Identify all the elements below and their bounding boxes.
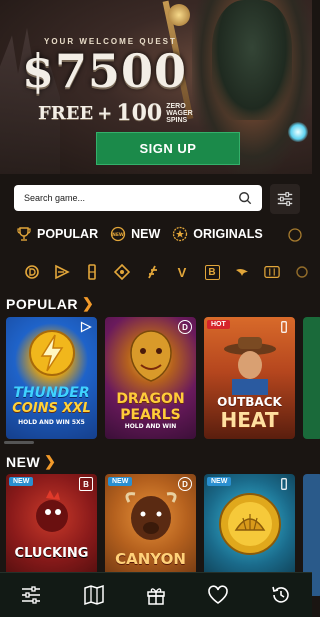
game-subtitle: HOLD AND WIN xyxy=(124,423,177,430)
game-title-line2: HEAT xyxy=(220,408,279,432)
history-icon xyxy=(271,586,289,603)
popular-games-row: THUNDER COINS XXL HOLD AND WIN 5X5 D DRA… xyxy=(6,317,320,439)
chevron-right-icon: ❯ xyxy=(81,295,95,311)
provider-arrows-icon[interactable] xyxy=(48,262,76,282)
provider-d-icon[interactable] xyxy=(18,262,46,282)
provider-f-icon[interactable] xyxy=(138,262,166,282)
wager-label: WAGER xyxy=(166,109,193,117)
spins-count: 100 xyxy=(116,100,163,126)
magic-orb-illustration xyxy=(288,122,308,142)
provider-reels-icon[interactable] xyxy=(258,262,286,282)
provider-slot-icon xyxy=(277,320,291,334)
game-title-line2: COINS XXL xyxy=(12,401,91,416)
provider-slot-icon[interactable] xyxy=(78,262,106,282)
sliders-icon xyxy=(277,192,293,206)
game-title-line1: THUNDER xyxy=(13,385,90,401)
hero-banner[interactable]: YOUR WELCOME QUEST $7500 FREE + 100 ZERO… xyxy=(0,0,312,174)
nav-map-button[interactable] xyxy=(74,575,114,615)
plus-sign: + xyxy=(97,102,113,124)
free-spins-row: FREE + 100 ZERO WAGER SPINS xyxy=(38,100,193,126)
zero-wager-spins: ZERO WAGER SPINS xyxy=(166,103,192,124)
signup-button[interactable]: SIGN UP xyxy=(96,132,240,165)
bison-icon xyxy=(125,492,177,540)
search-placeholder: Search game... xyxy=(24,193,86,203)
svg-text:NEW: NEW xyxy=(112,232,124,238)
chevron-right-icon: ❯ xyxy=(44,453,57,469)
provider-v-icon[interactable]: V xyxy=(168,262,196,282)
new-badge: NEW xyxy=(207,477,232,486)
dragon-head-icon xyxy=(130,330,172,382)
search-icon xyxy=(239,192,252,205)
provider-arrows-icon xyxy=(79,320,93,334)
lightning-coin-icon xyxy=(29,330,75,376)
nav-history-button[interactable] xyxy=(261,575,301,615)
provider-d-icon: D xyxy=(178,320,192,334)
tab-popular[interactable]: POPULAR xyxy=(16,226,98,242)
game-title-line1: CLUCKING xyxy=(14,546,89,561)
zero-label: ZERO xyxy=(166,102,186,110)
bottom-navigation xyxy=(0,572,312,617)
hot-badge: HOT xyxy=(207,320,230,329)
popular-title-text: POPULAR xyxy=(6,295,78,312)
new-section-title[interactable]: NEW ❯ xyxy=(6,453,56,470)
provider-diamond-icon[interactable] xyxy=(108,262,136,282)
nav-favorites-button[interactable] xyxy=(198,575,238,615)
provider-b-glyph: B xyxy=(204,264,220,280)
game-card-partial[interactable] xyxy=(303,317,320,439)
new-title-text: NEW xyxy=(6,453,41,470)
provider-extra-icon[interactable] xyxy=(288,262,316,282)
new-badge-icon: NEW xyxy=(110,226,126,242)
tab-popular-label: POPULAR xyxy=(37,227,99,241)
gold-shell-coin-icon xyxy=(219,493,281,555)
cowboy-icon xyxy=(224,337,276,395)
more-categories-icon[interactable] xyxy=(286,226,302,244)
rooster-icon xyxy=(36,490,68,532)
star-badge-icon xyxy=(173,226,188,242)
provider-bird-icon[interactable] xyxy=(228,262,256,282)
trophy-icon xyxy=(17,227,31,241)
hood-illustration xyxy=(212,0,292,120)
sliders-icon xyxy=(22,586,41,604)
staff-orb-illustration xyxy=(168,4,190,26)
filter-button[interactable] xyxy=(270,184,300,214)
category-tabs: POPULAR NEW NEW ORIGINALS xyxy=(16,226,275,242)
gift-icon xyxy=(147,588,165,605)
map-icon xyxy=(83,584,104,606)
provider-filter-row: V B xyxy=(18,262,318,282)
tab-new-label: NEW xyxy=(131,227,161,241)
game-title-line2: PEARLS xyxy=(120,407,181,423)
popular-section-title[interactable]: POPULAR ❯ xyxy=(6,295,94,312)
tab-originals-label: ORIGINALS xyxy=(193,227,263,241)
game-subtitle: HOLD AND WIN 5X5 xyxy=(18,419,85,426)
new-badge: NEW xyxy=(9,477,34,486)
nav-filters-button[interactable] xyxy=(11,575,51,615)
provider-b-icon: B xyxy=(79,477,93,491)
new-badge: NEW xyxy=(108,477,133,486)
game-card-thunder-coins[interactable]: THUNDER COINS XXL HOLD AND WIN 5X5 xyxy=(6,317,97,439)
heart-icon xyxy=(208,585,229,604)
provider-slot-icon xyxy=(277,477,291,491)
game-title-line1: DRAGON xyxy=(116,391,185,407)
provider-b-icon[interactable]: B xyxy=(198,262,226,282)
game-title-line1: CANYON xyxy=(115,550,186,568)
nav-gift-button[interactable] xyxy=(136,575,176,615)
free-label: FREE xyxy=(38,102,94,124)
tab-new[interactable]: NEW NEW xyxy=(110,226,160,242)
game-title-line1: OUTBACK xyxy=(217,395,282,409)
spins-label: SPINS xyxy=(166,116,188,124)
bonus-amount: $7500 xyxy=(22,44,188,98)
search-input[interactable]: Search game... xyxy=(14,185,262,211)
tab-originals[interactable]: ORIGINALS xyxy=(172,226,263,242)
game-card-outback-heat[interactable]: HOT OUTBACK HEAT xyxy=(204,317,295,439)
game-card-dragon-pearls[interactable]: D DRAGON PEARLS HOLD AND WIN xyxy=(105,317,196,439)
carousel-scroll-indicator xyxy=(4,441,34,444)
